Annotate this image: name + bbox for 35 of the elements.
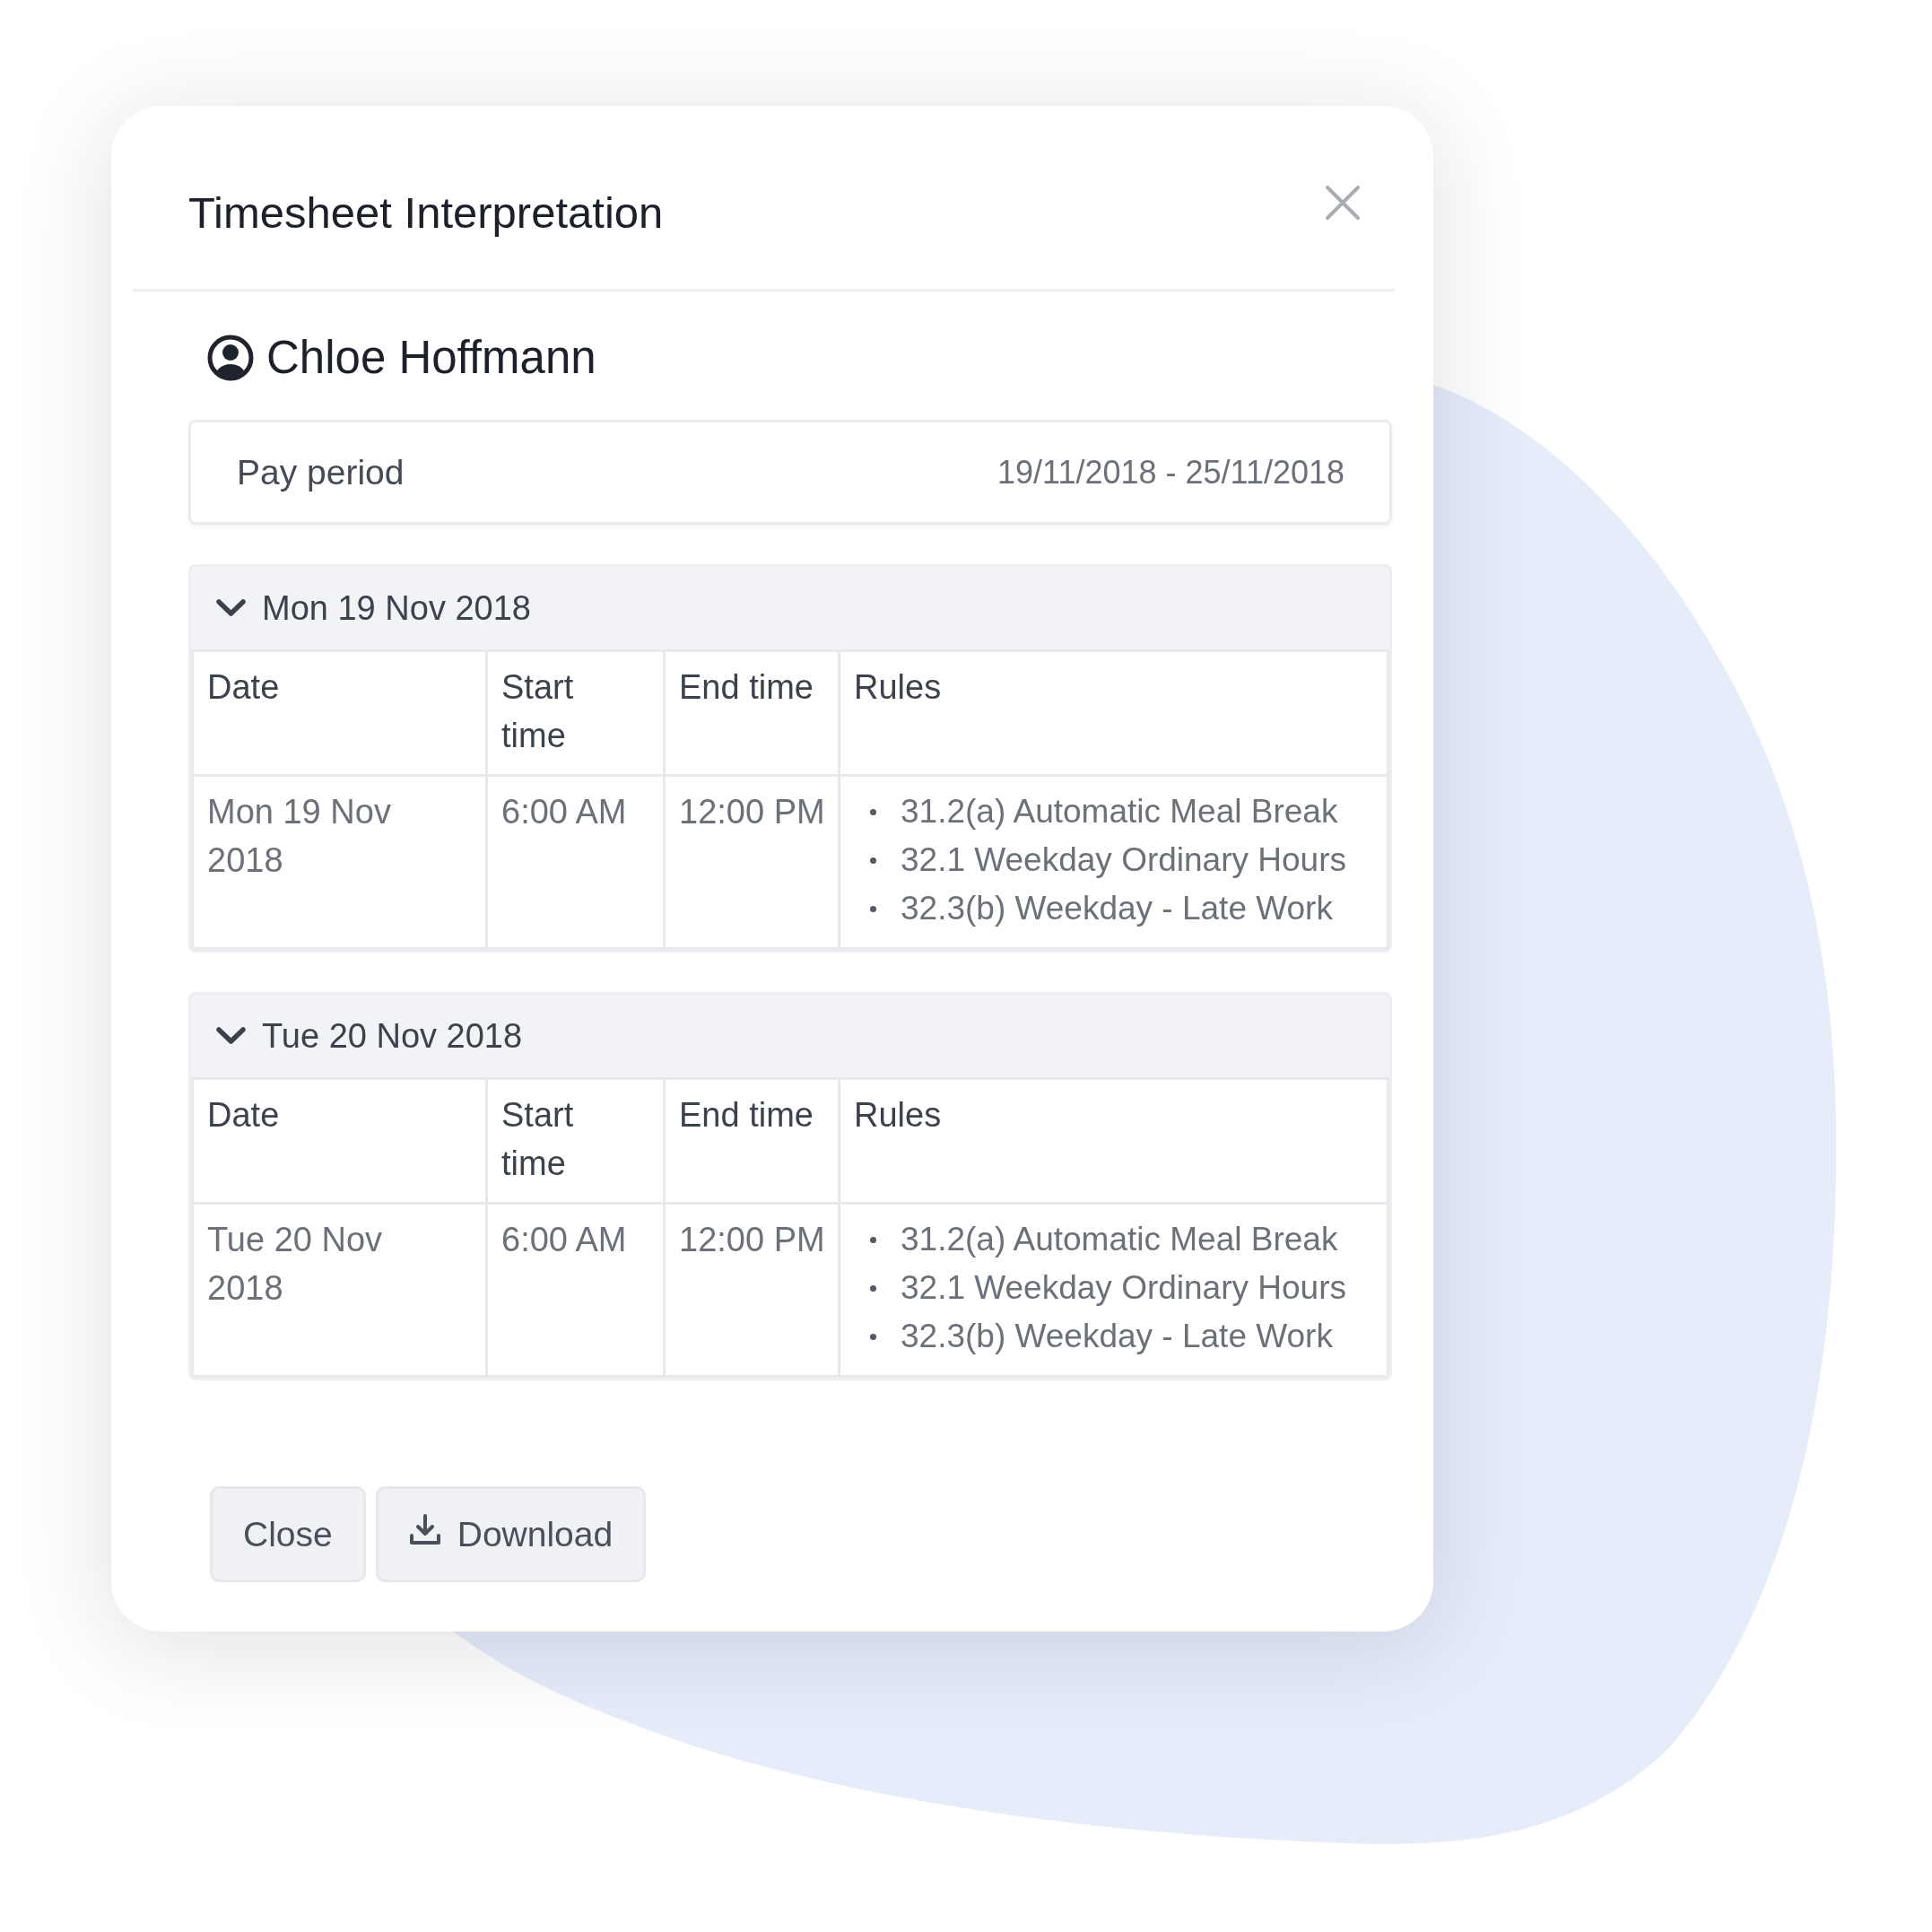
close-button[interactable]: Close [210, 1486, 366, 1582]
table-cell: Tue 20 Nov 2018 [192, 1203, 487, 1377]
user-icon [207, 335, 254, 381]
rule-text: 32.3(b) Weekday - Late Work [901, 889, 1333, 928]
column-header: End time [664, 1078, 840, 1204]
bullet-icon [870, 1284, 876, 1292]
table-cell: Mon 19 Nov 2018 [192, 775, 487, 949]
bullet-icon [870, 905, 876, 912]
table-cell: 6:00 AM [486, 775, 665, 949]
rule-text: 32.3(b) Weekday - Late Work [901, 1317, 1333, 1356]
pay-period-label: Pay period [237, 452, 405, 492]
pay-period-value: 19/11/2018 - 25/11/2018 [997, 453, 1345, 492]
column-header: Date [192, 1078, 487, 1204]
column-header: Date [192, 650, 487, 776]
bullet-icon [870, 857, 876, 864]
column-header: End time [664, 650, 840, 776]
download-icon [408, 1513, 441, 1546]
employee-name: Chloe Hoffmann [266, 331, 596, 385]
bullet-icon [870, 808, 876, 815]
table-cell: 6:00 AM [486, 1203, 665, 1377]
rule-text: 31.2(a) Automatic Meal Break [901, 792, 1338, 831]
download-button[interactable]: Download [375, 1486, 647, 1582]
table-cell: 12:00 PM [664, 775, 840, 949]
rule-text: 32.1 Weekday Ordinary Hours [901, 1268, 1346, 1308]
bullet-icon [870, 1333, 876, 1340]
column-header: Rules [839, 1078, 1388, 1204]
table-cell: 12:00 PM [664, 1203, 840, 1377]
column-header: Rules [839, 650, 1388, 776]
close-icon[interactable] [1325, 185, 1361, 221]
dialog-title: Timesheet Interpretation [188, 188, 664, 237]
column-header: Start time [486, 650, 665, 776]
rule-text: 32.1 Weekday Ordinary Hours [901, 840, 1346, 880]
bullet-icon [870, 1236, 876, 1243]
rule-text: 31.2(a) Automatic Meal Break [901, 1220, 1338, 1259]
column-header: Start time [486, 1078, 665, 1204]
